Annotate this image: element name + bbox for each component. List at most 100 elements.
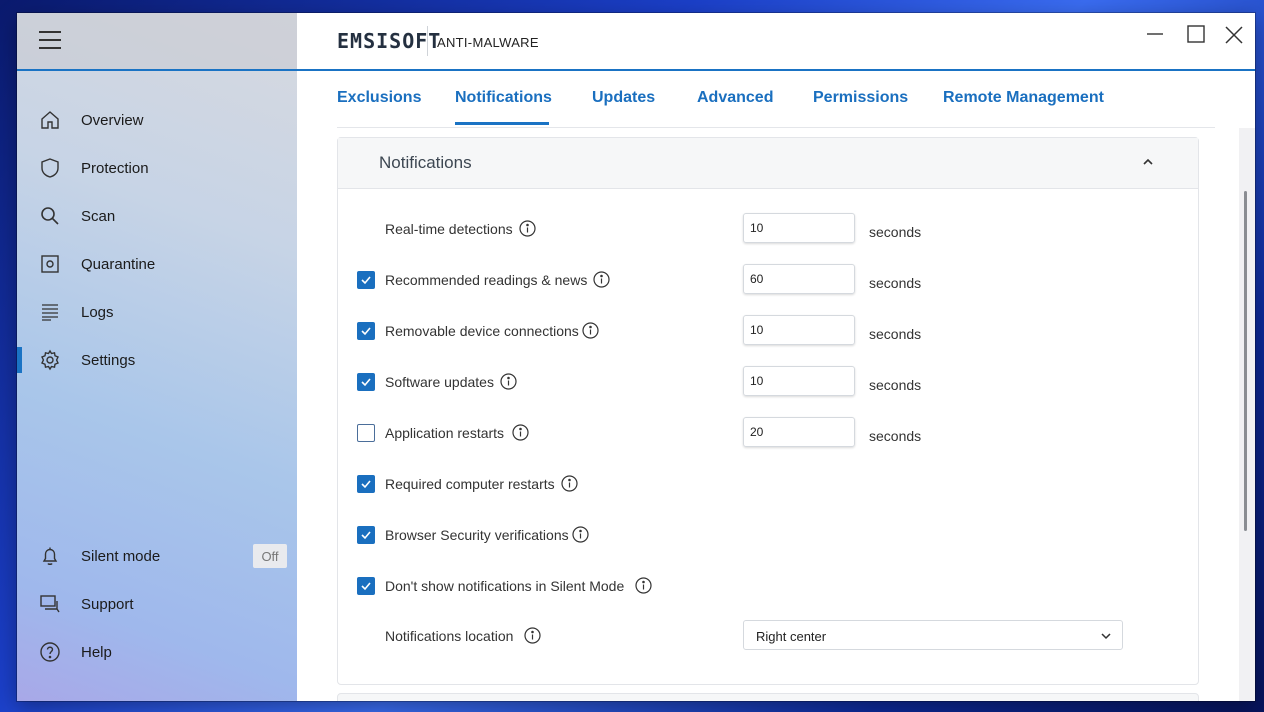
scrollbar-thumb[interactable] <box>1244 191 1247 531</box>
setting-label: Software updates <box>385 374 494 390</box>
recommended-readings-seconds-input[interactable]: 60 <box>743 264 855 294</box>
software-updates-seconds-input[interactable]: 10 <box>743 366 855 396</box>
unit-label: seconds <box>869 275 922 291</box>
maximize-icon[interactable] <box>1183 25 1207 49</box>
tab-remote-management[interactable]: Remote Management <box>943 89 1104 107</box>
shield-icon <box>41 158 59 178</box>
setting-row-realtime-detections: Real-time detections 10 seconds <box>338 213 1198 245</box>
info-icon[interactable] <box>572 526 589 543</box>
home-icon <box>41 111 59 129</box>
hamburger-menu-icon[interactable] <box>39 31 61 49</box>
info-icon[interactable] <box>500 373 517 390</box>
setting-label: Notifications location <box>385 628 514 644</box>
setting-label: Browser Security verifications <box>385 527 569 543</box>
setting-label: Don't show notifications in Silent Mode <box>385 578 625 594</box>
brand-logo: EMSISOFT <box>337 29 442 53</box>
main-panel: EMSISOFT ANTI-MALWARE Exclusions Notific… <box>297 13 1255 701</box>
scrollbar-track[interactable] <box>1239 128 1255 701</box>
chevron-down-icon <box>1101 633 1111 640</box>
sidebar-item-logs[interactable]: Logs <box>17 290 297 334</box>
sidebar-item-settings[interactable]: Settings <box>17 338 297 382</box>
realtime-detections-seconds-input[interactable]: 10 <box>743 213 855 243</box>
sidebar-item-overview[interactable]: Overview <box>17 98 297 142</box>
unit-label: seconds <box>869 326 922 342</box>
tab-permissions[interactable]: Permissions <box>813 89 908 107</box>
quarantine-icon <box>41 255 59 273</box>
notifications-location-select[interactable]: Right center <box>743 620 1123 650</box>
sidebar-item-label: Scan <box>81 207 116 225</box>
bell-icon <box>42 547 58 565</box>
info-icon[interactable] <box>593 271 610 288</box>
browser-security-checkbox[interactable] <box>357 526 375 544</box>
setting-label: Real-time detections <box>385 221 513 237</box>
recommended-readings-checkbox[interactable] <box>357 271 375 289</box>
sidebar-item-quarantine[interactable]: Quarantine <box>17 242 297 286</box>
info-icon[interactable] <box>582 322 599 339</box>
sidebar-item-label: Silent mode <box>81 547 161 565</box>
setting-label: Application restarts <box>385 425 505 441</box>
setting-row-notifications-location: Notifications location Right center <box>338 620 1198 652</box>
close-icon[interactable] <box>1223 25 1247 49</box>
title-bar: EMSISOFT ANTI-MALWARE <box>297 13 1255 71</box>
gear-icon <box>41 349 59 371</box>
sidebar-header <box>17 13 297 71</box>
chevron-up-icon[interactable] <box>1138 152 1158 172</box>
setting-row-recommended-readings: Recommended readings & news 60 seconds <box>338 264 1198 296</box>
select-value: Right center <box>756 629 827 644</box>
unit-label: seconds <box>869 224 922 240</box>
setting-row-silent-mode-notifications: Don't show notifications in Silent Mode <box>338 570 1198 602</box>
sidebar-item-label: Overview <box>81 111 144 129</box>
setting-row-required-restarts: Required computer restarts <box>338 468 1198 500</box>
tab-updates[interactable]: Updates <box>592 89 655 107</box>
setting-row-browser-security: Browser Security verifications <box>338 519 1198 551</box>
section-title: Notifications <box>379 153 472 172</box>
info-icon[interactable] <box>519 220 536 237</box>
setting-label: Required computer restarts <box>385 476 555 492</box>
sidebar: Overview Protection Scan Quarantine Logs <box>17 13 297 701</box>
setting-row-application-restarts: Application restarts 20 seconds <box>338 417 1198 449</box>
info-icon[interactable] <box>524 627 541 644</box>
sidebar-item-label: Quarantine <box>81 255 156 273</box>
sidebar-item-help[interactable]: Help <box>17 630 297 674</box>
sidebar-item-label: Help <box>81 643 112 661</box>
sidebar-item-protection[interactable]: Protection <box>17 146 297 190</box>
sidebar-item-support[interactable]: Support <box>17 582 297 626</box>
unit-label: seconds <box>869 377 922 393</box>
chat-icon <box>40 595 60 613</box>
logo-divider <box>427 26 428 56</box>
app-window: Overview Protection Scan Quarantine Logs <box>17 13 1255 701</box>
info-icon[interactable] <box>512 424 529 441</box>
notifications-section: Notifications Real-time detections 10 se… <box>337 137 1199 685</box>
software-updates-checkbox[interactable] <box>357 373 375 391</box>
help-icon <box>40 642 60 662</box>
setting-label: Removable device connections <box>385 323 579 339</box>
tabs-divider <box>337 127 1215 128</box>
removable-device-checkbox[interactable] <box>357 322 375 340</box>
application-restarts-seconds-input[interactable]: 20 <box>743 417 855 447</box>
silent-mode-notifications-checkbox[interactable] <box>357 577 375 595</box>
search-icon <box>41 207 59 225</box>
tab-advanced[interactable]: Advanced <box>697 89 773 107</box>
minimize-icon[interactable] <box>1143 25 1167 49</box>
info-icon[interactable] <box>561 475 578 492</box>
info-icon[interactable] <box>635 577 652 594</box>
sidebar-item-silent-mode[interactable]: Silent mode Off <box>17 534 297 578</box>
list-icon <box>42 304 58 321</box>
sidebar-item-label: Settings <box>81 351 136 369</box>
setting-label: Recommended readings & news <box>385 272 588 288</box>
sidebar-item-label: Protection <box>81 159 149 177</box>
section-header[interactable]: Notifications <box>338 138 1198 189</box>
sidebar-item-label: Support <box>81 595 134 613</box>
silent-mode-toggle[interactable]: Off <box>253 544 287 568</box>
application-restarts-checkbox[interactable] <box>357 424 375 442</box>
tab-notifications[interactable]: Notifications <box>455 89 552 107</box>
next-section-header[interactable] <box>337 693 1199 701</box>
active-tab-indicator <box>455 122 549 125</box>
setting-row-software-updates: Software updates 10 seconds <box>338 366 1198 398</box>
unit-label: seconds <box>869 428 922 444</box>
required-restarts-checkbox[interactable] <box>357 475 375 493</box>
product-name: ANTI-MALWARE <box>437 35 539 50</box>
removable-device-seconds-input[interactable]: 10 <box>743 315 855 345</box>
sidebar-item-scan[interactable]: Scan <box>17 194 297 238</box>
tab-exclusions[interactable]: Exclusions <box>337 89 421 107</box>
